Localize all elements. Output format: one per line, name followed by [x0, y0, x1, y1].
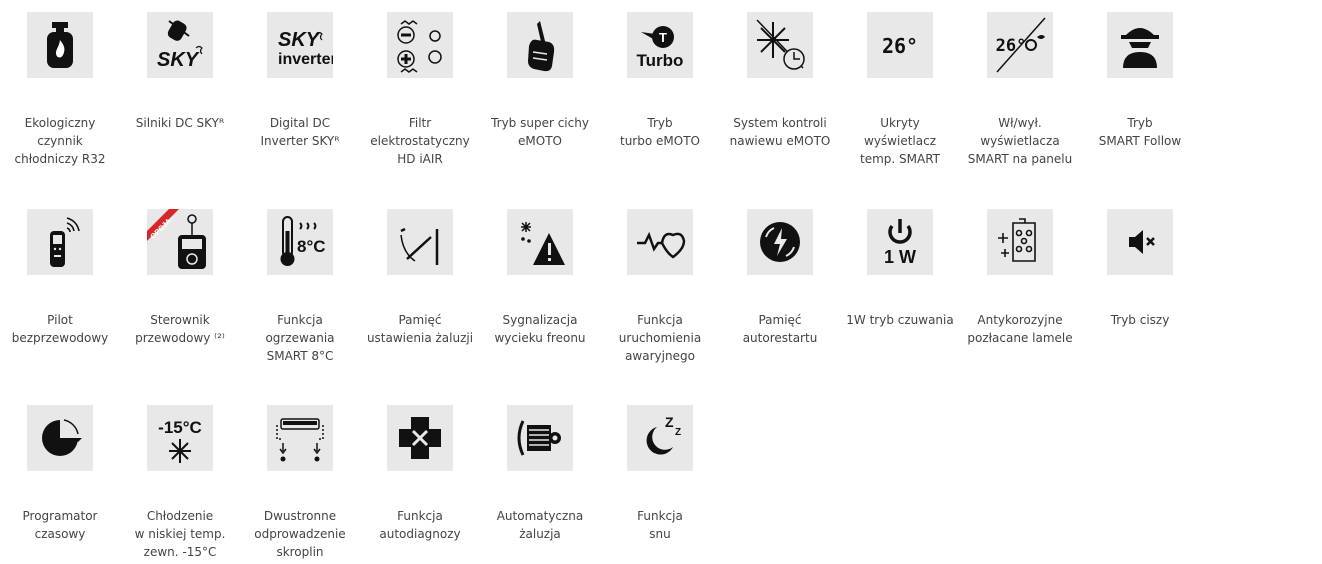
feature-label: Silniki DC SKYᴿ [135, 116, 225, 130]
turbo-text: Turbo [637, 51, 684, 70]
standby-power-text: 1 W [884, 247, 916, 267]
sleep-mode-icon: ZZ [627, 405, 693, 471]
sky-inverter-icon: SKY inverter [267, 12, 333, 78]
auto-louver-icon [507, 405, 573, 471]
sky-dc-motor-icon: SKY [147, 12, 213, 78]
turbo-icon: T Turbo [627, 12, 693, 78]
feature-label: Dwustronne odprowadzenie skroplin [254, 509, 346, 559]
self-diagnosis-icon [387, 405, 453, 471]
feature-label: Tryb ciszy [1110, 313, 1170, 327]
feature-label: Pamięć ustawienia żaluzji [366, 313, 474, 345]
feature-label: Ukryty wyświetlacz temp. SMART [860, 116, 940, 166]
feature-label: System kontroli nawiewu eMOTO [729, 116, 831, 148]
display-temp-text: 26° [882, 34, 918, 58]
electrostatic-filter-icon [387, 12, 453, 78]
feature-label: Tryb turbo eMOTO [620, 116, 700, 148]
follow-me-spy-icon [1107, 12, 1173, 78]
feature-label: 1W tryb czuwania [846, 313, 954, 327]
power-standby-icon: 1 W [867, 209, 933, 275]
feature-label: Digital DC Inverter SKYᴿ [260, 116, 340, 148]
dual-drain-icon [267, 405, 333, 471]
auto-restart-icon [747, 209, 813, 275]
sky-logo-text: SKY [278, 29, 321, 51]
louver-memory-icon [387, 209, 453, 275]
sleep-z-large: Z [665, 414, 674, 430]
feature-label: Programator czasowy [22, 509, 98, 541]
feature-label: Filtr elektrostatyczny HD iAIR [370, 116, 470, 166]
feature-label: Automatyczna żaluzja [496, 509, 584, 541]
gas-cylinder-flame-icon [27, 12, 93, 78]
display-off-icon: 26° [987, 12, 1053, 78]
feature-label: Wł/wył. wyświetlacza SMART na panelu [967, 116, 1073, 166]
turbo-badge-text: T [659, 30, 667, 45]
feature-label: Funkcja autodiagnozy [379, 509, 461, 541]
thermometer-8c-icon: 8°C [267, 209, 333, 275]
gold-fin-icon [987, 209, 1053, 275]
feature-label: Funkcja ogrzewania SMART 8°C [265, 313, 335, 363]
heating-temp-text: 8°C [297, 237, 326, 256]
feature-label: Pilot bezprzewodowy [11, 313, 109, 345]
feature-label: Funkcja snu [637, 509, 683, 541]
low-temp-cooling-icon: -15°C [147, 405, 213, 471]
feature-label: Antykorozyjne pozłacane lamele [967, 313, 1073, 345]
feature-label: Tryb super cichy eMOTO [491, 116, 589, 148]
timer-pie-icon [27, 405, 93, 471]
temperature-display-icon: 26° [867, 12, 933, 78]
wired-controller-icon: OPCJA [147, 209, 213, 275]
feature-label: Ekologiczny czynnik chłodniczy R32 [14, 116, 106, 166]
feature-label: Sygnalizacja wycieku freonu [494, 313, 586, 345]
sky-logo-text: SKY [157, 49, 200, 71]
feature-label: Chłodzenie w niskiej temp. zewn. -15°C [134, 509, 226, 559]
feature-label: Funkcja uruchomienia awaryjnego [618, 313, 702, 363]
snowflake-timer-icon [747, 12, 813, 78]
mute-speaker-icon [1107, 209, 1173, 275]
refrigerant-leak-warning-icon [507, 209, 573, 275]
inverter-text: inverter [278, 51, 333, 68]
display-temp-text: 26° [996, 36, 1027, 56]
heartbeat-icon [627, 209, 693, 275]
feature-label: Pamięć autorestartu [742, 313, 818, 345]
sleep-z-small: Z [675, 427, 681, 438]
wireless-remote-icon [27, 209, 93, 275]
feature-label: Sterownik przewodowy ⁽²⁾ [135, 313, 225, 345]
silent-mode-hand-icon [507, 12, 573, 78]
feature-label: Tryb SMART Follow [1098, 116, 1182, 148]
low-temp-text: -15°C [158, 418, 202, 437]
feature-grid: Ekologiczny czynnik chłodniczy R32 SKY S… [0, 0, 1322, 564]
